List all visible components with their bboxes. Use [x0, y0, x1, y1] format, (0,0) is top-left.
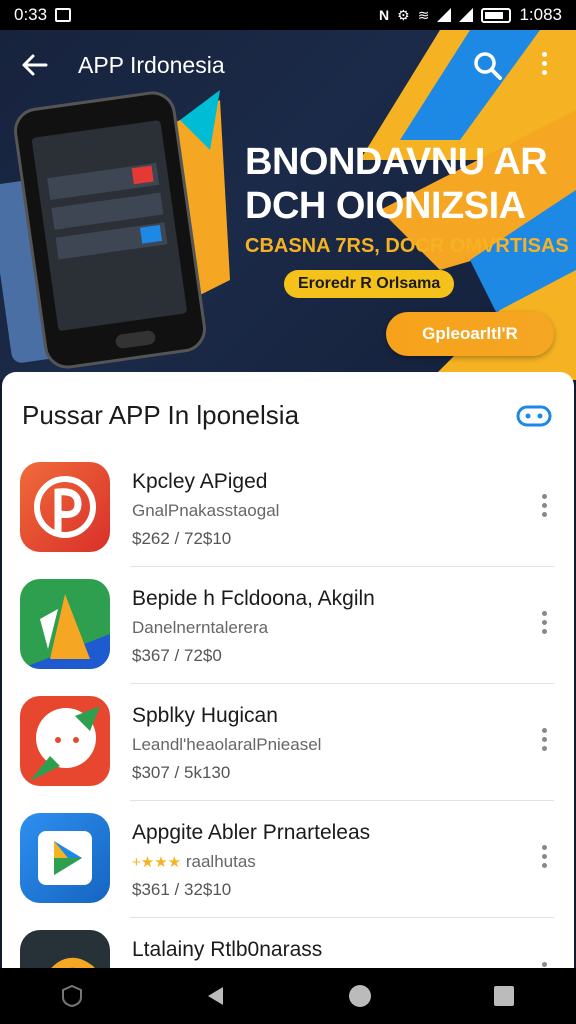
app-list: Kpcley APiged GnalPnakasstaogal $262 / 7… — [2, 450, 574, 968]
signal-icon-2 — [459, 8, 474, 22]
app-name: Bepide h Fcldoona, Akgiln — [132, 587, 375, 610]
more-vert-icon — [541, 962, 547, 967]
wifi-icon: ≋ — [417, 6, 430, 23]
list-item[interactable]: Bepide h Fcldoona, Akgiln Danelnerntaler… — [2, 567, 574, 684]
item-more-button[interactable] — [534, 841, 554, 877]
app-price: $262 / 72$10 — [132, 529, 232, 548]
hero-banner: APP Irdonesia BNONDAVNU AR DCH OIONIZSIA… — [0, 30, 576, 380]
search-button[interactable] — [470, 48, 506, 84]
chat-logo-icon — [20, 696, 110, 786]
more-vert-icon — [541, 611, 547, 616]
rating-stars: +★★★ — [132, 854, 182, 871]
circle-home-icon — [349, 985, 371, 1007]
app-subtitle-text: raalhutas — [185, 852, 256, 871]
item-more-button[interactable] — [534, 724, 554, 760]
nav-home-button[interactable] — [340, 976, 380, 1016]
battery-icon — [481, 7, 512, 23]
app-subtitle: +★★★ raalhutas — [132, 852, 256, 872]
app-bar: APP Irdonesia — [0, 30, 576, 102]
app-subtitle: Danelnerntalerera — [132, 618, 269, 637]
list-item[interactable]: Spblky Hugican Leandl'heaolaralPnieasel … — [2, 684, 574, 801]
hero-headline-line2: DCH OIONIZSIA — [245, 185, 526, 227]
status-time: 0:33 — [14, 5, 48, 24]
signal-icon — [437, 8, 452, 22]
hero-pill-badge: Eroredr R Orlsama — [284, 270, 455, 298]
section-title: Pussar APP In lponelsia — [22, 400, 300, 430]
list-item[interactable]: Kpcley APiged GnalPnakasstaogal $262 / 7… — [2, 450, 574, 567]
arrow-left-icon — [22, 54, 48, 76]
status-clock: 1:083 — [519, 5, 562, 24]
more-vert-icon — [541, 52, 547, 57]
app-list-card: Pussar APP In lponelsia Kpcley APiged Gn… — [2, 372, 574, 968]
list-item[interactable]: Ltalainy Rtlb0narass — [2, 918, 574, 968]
app-price: $367 / 72$0 — [132, 646, 222, 665]
status-bar: 0:33 N ⚙ ≋ 1:083 — [0, 0, 576, 30]
nav-recents-button[interactable] — [484, 976, 524, 1016]
app-name: Appgite Abler Prnarteleas — [132, 821, 371, 844]
app-subtitle: Leandl'heaolaralPnieasel — [132, 735, 322, 754]
more-vert-icon — [541, 494, 547, 499]
app-price: $307 / 5k130 — [132, 763, 231, 782]
app-name: Spblky Hugican — [132, 704, 278, 727]
triangle-back-icon — [208, 987, 223, 1005]
item-more-button[interactable] — [534, 958, 554, 968]
item-more-button[interactable] — [534, 607, 554, 643]
system-nav-bar — [0, 968, 576, 1024]
status-right: N ⚙ ≋ 1:083 — [379, 5, 562, 25]
app-name: Kpcley APiged — [132, 470, 268, 493]
play-logo-icon — [20, 813, 110, 903]
gamepad-icon[interactable] — [516, 404, 552, 428]
app-price: $361 / 32$10 — [132, 880, 232, 899]
shield-icon — [62, 984, 82, 1008]
more-vert-icon — [541, 728, 547, 733]
status-left: 0:33 — [14, 5, 72, 25]
square-recents-icon — [494, 986, 514, 1006]
hero-subline: CBASNA 7RS, DOCR OMVRTISAS — [245, 235, 569, 257]
search-icon — [474, 52, 502, 80]
nfc-icon: N — [379, 7, 390, 23]
orange-logo-icon — [20, 930, 110, 968]
phone-illustration — [0, 90, 230, 380]
hero-cta-button[interactable]: Gpleoarltl'R — [386, 312, 554, 356]
more-vert-icon — [541, 845, 547, 850]
image-notification-icon — [55, 8, 72, 22]
back-button[interactable] — [18, 48, 52, 82]
app-title: APP Irdonesia — [78, 52, 225, 78]
nav-back-button[interactable] — [196, 976, 236, 1016]
app-subtitle: GnalPnakasstaogal — [132, 501, 280, 520]
list-item[interactable]: Appgite Abler Prnarteleas +★★★ raalhutas… — [2, 801, 574, 918]
app-name: Ltalainy Rtlb0narass — [132, 938, 323, 961]
more-options-button[interactable] — [530, 48, 558, 84]
shield-button[interactable] — [52, 976, 92, 1016]
item-more-button[interactable] — [534, 490, 554, 526]
p-logo-icon — [20, 462, 110, 552]
hero-headline-line1: BNONDAVNU AR — [245, 141, 548, 183]
triangle-logo-icon — [20, 579, 110, 669]
hero-headline: BNONDAVNU AR DCH OIONIZSIA — [245, 140, 548, 228]
vibrate-icon: ⚙ — [397, 6, 410, 23]
